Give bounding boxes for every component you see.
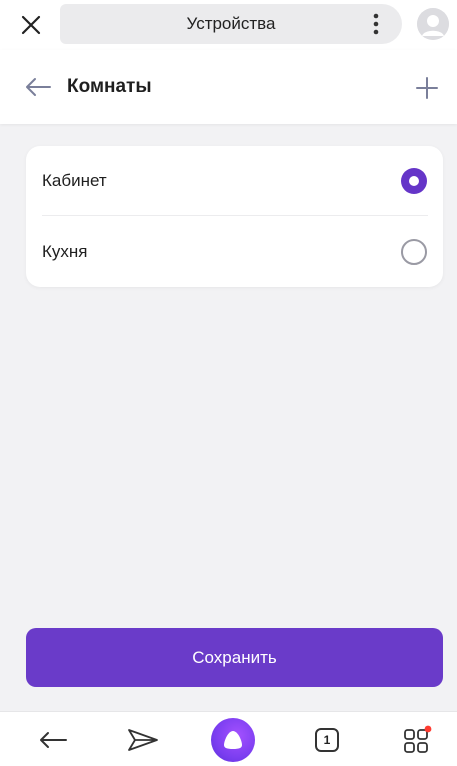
nav-back-icon [40,731,67,748]
address-title: Устройства [186,14,276,33]
alice-icon [211,717,255,762]
share-icon [128,728,158,751]
divider [42,215,428,216]
radio-unchecked-icon[interactable] [401,239,427,265]
back-button[interactable] [24,76,52,98]
app-screen: Устройства Комнаты Кабинет Кухня Сохрани… [0,0,457,766]
room-label: Кабинет [42,171,107,190]
address-bar[interactable]: Устройства [60,4,402,44]
kebab-menu-icon [373,13,379,35]
close-icon [21,15,41,35]
more-menu-button[interactable] [366,11,386,37]
plus-icon [416,77,438,99]
tabs-icon: 1 [315,727,339,752]
radio-checked-icon[interactable] [401,168,427,194]
apps-grid-icon [404,725,432,753]
close-button[interactable] [0,0,62,50]
tabs-button[interactable]: 1 [304,712,350,766]
back-arrow-icon [26,78,51,96]
browser-top-bar: Устройства [0,0,457,50]
nav-back-button[interactable] [30,712,76,766]
avatar-icon [417,8,449,40]
room-label: Кухня [42,242,88,261]
bottom-navigation: 1 [0,711,457,766]
share-button[interactable] [118,712,168,766]
save-button[interactable]: Сохранить [26,628,443,687]
room-option-cabinet[interactable]: Кабинет [26,146,443,216]
profile-avatar[interactable] [417,8,449,40]
page-header: Комнаты [0,50,457,124]
rooms-card: Кабинет Кухня [26,146,443,287]
alice-assistant-button[interactable] [208,712,258,766]
page-title: Комнаты [67,76,152,97]
room-option-kitchen[interactable]: Кухня [26,217,443,287]
add-room-button[interactable] [414,75,440,101]
apps-button[interactable] [394,712,440,766]
